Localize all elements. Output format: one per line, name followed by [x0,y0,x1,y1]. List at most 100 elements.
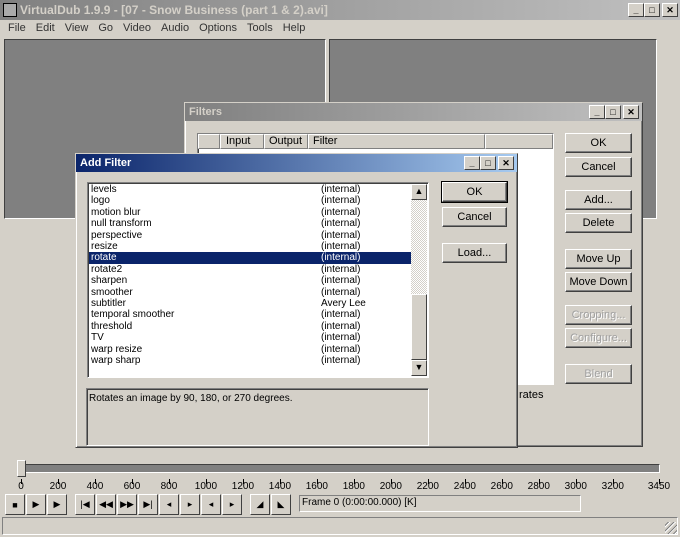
filter-name: warp resize [91,343,143,355]
filter-author: (internal) [321,263,361,275]
mark-out-button[interactable]: ▸ [222,494,242,515]
load-filter-button[interactable]: Load... [442,243,507,263]
filters-cancel-button[interactable]: Cancel [565,157,632,177]
timeline-tick-label: 2200 [416,481,439,492]
column-header[interactable] [198,134,220,149]
filters-option-label: rates [519,389,544,401]
timeline-tick-label: 600 [123,481,141,492]
play-output-button[interactable]: ▶ [47,494,67,515]
mark-in-key-button[interactable]: ◂ [159,494,179,515]
blend-button[interactable]: Blend [565,364,632,384]
move-down-button[interactable]: Move Down [565,272,632,292]
filter-name: logo [91,195,110,207]
filter-name: motion blur [91,206,141,218]
timeline-tick-label: 1200 [231,481,255,492]
add-filter-button[interactable]: Add... [565,190,632,210]
delete-filter-button[interactable]: Delete [565,213,632,233]
timeline-tick-label: 200 [49,481,67,492]
selection-end-button[interactable]: ◣ [271,494,291,515]
filter-author: Avery Lee [321,298,366,309]
selection-start-button[interactable]: ◢ [250,494,270,515]
resize-grip-icon[interactable] [665,522,677,534]
menu-options[interactable]: Options [194,20,242,37]
close-button[interactable]: ✕ [662,3,678,17]
filter-list-item[interactable]: subtitler Avery Lee [89,298,411,309]
filter-list-item[interactable]: levels (internal) [89,184,411,195]
title-bar: VirtualDub 1.9.9 - [07 - Snow Business (… [0,0,680,20]
column-header-input[interactable]: Input [220,134,264,149]
filter-name: TV [91,332,104,344]
scrollbar-thumb[interactable] [411,294,427,360]
filter-list-item[interactable]: warp sharp (internal) [89,355,411,366]
filter-list-item[interactable]: null transform (internal) [89,218,411,229]
mark-out-key-button[interactable]: ▸ [180,494,200,515]
filter-name: levels [91,184,117,195]
menu-tools[interactable]: Tools [242,20,278,37]
timeline-tick-label: 2400 [453,481,476,492]
menu-video[interactable]: Video [118,20,156,37]
minimize-button[interactable]: _ [464,156,480,170]
filter-list-item[interactable]: rotate2 (internal) [89,264,411,275]
filter-author: (internal) [321,184,361,195]
filter-author: (internal) [321,275,361,287]
scrollbar[interactable]: ▲ ▼ [411,184,427,376]
menu-file[interactable]: File [3,20,31,37]
minimize-button[interactable]: _ [628,3,644,17]
filter-list-item[interactable]: warp resize (internal) [89,344,411,355]
menu-help[interactable]: Help [278,20,311,37]
timeline-tick-label: 800 [160,481,178,492]
timeline-slider-thumb[interactable] [17,460,26,477]
add-filter-ok-button[interactable]: OK [441,181,508,203]
cropping-button[interactable]: Cropping... [565,305,632,325]
prev-key-button[interactable]: ◀◀ [96,494,116,515]
add-filter-cancel-button[interactable]: Cancel [442,207,507,227]
filter-author: (internal) [321,252,361,264]
filter-list-item[interactable]: logo (internal) [89,195,411,206]
filter-list-item[interactable]: TV (internal) [89,332,411,343]
maximize-button[interactable]: □ [644,3,660,17]
filters-title: Filters [189,106,223,118]
close-button[interactable]: ✕ [498,156,514,170]
filter-author: (internal) [321,309,361,321]
menu-go[interactable]: Go [93,20,118,37]
go-end-button[interactable]: ▶| [138,494,158,515]
maximize-button[interactable]: □ [480,156,496,170]
column-header-filter[interactable]: Filter [308,134,485,149]
filter-author: (internal) [321,218,361,230]
filter-list-item[interactable]: rotate (internal) [89,252,411,264]
go-start-button[interactable]: |◀ [75,494,95,515]
configure-button[interactable]: Configure... [565,328,632,348]
filter-author: (internal) [321,206,361,218]
filter-list-item[interactable]: sharpen (internal) [89,275,411,286]
filter-list-item[interactable]: motion blur (internal) [89,207,411,218]
mark-in-button[interactable]: ◂ [201,494,221,515]
scroll-up-arrow-icon[interactable]: ▲ [411,184,427,200]
menu-edit[interactable]: Edit [31,20,60,37]
filter-name: rotate2 [91,263,123,275]
filters-ok-button[interactable]: OK [565,133,632,153]
menu-view[interactable]: View [60,20,94,37]
close-button[interactable]: ✕ [623,105,639,119]
filter-choice-list[interactable]: ▲ ▼ levels (internal) logo (internal) motion… [87,182,429,378]
filters-title-bar: Filters _ □ ✕ [185,103,642,121]
filter-list-item[interactable]: threshold (internal) [89,321,411,332]
menu-audio[interactable]: Audio [156,20,194,37]
column-header-output[interactable]: Output [264,134,308,149]
minimize-button[interactable]: _ [589,105,605,119]
menu-bar: File Edit View Go Video Audio Options Tools Help [0,20,310,37]
filter-author: (internal) [321,241,361,252]
maximize-button[interactable]: □ [605,105,621,119]
filter-list-item[interactable]: smoother (internal) [89,287,411,298]
app-icon[interactable] [3,3,17,17]
scroll-down-arrow-icon[interactable]: ▼ [411,360,427,376]
stop-button[interactable]: ■ [5,494,25,515]
timeline-tick-label: 1000 [194,481,218,492]
filter-list-item[interactable]: perspective (internal) [89,230,411,241]
filter-list-item[interactable]: resize (internal) [89,241,411,252]
play-input-button[interactable]: ▶ [26,494,46,515]
filter-name: sharpen [91,275,128,287]
next-key-button[interactable]: ▶▶ [117,494,137,515]
filter-list-item[interactable]: temporal smoother (internal) [89,309,411,320]
timeline-track[interactable] [18,464,660,473]
move-up-button[interactable]: Move Up [565,249,632,269]
